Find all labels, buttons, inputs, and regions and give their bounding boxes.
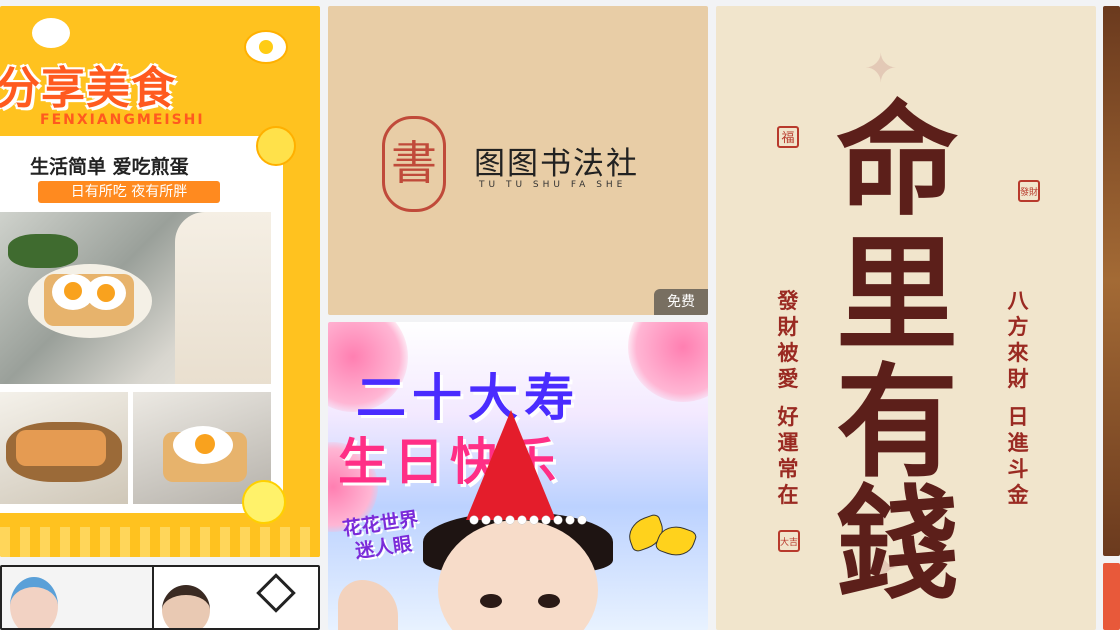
butterfly-icon: [623, 512, 699, 568]
burst-icon: [256, 573, 296, 613]
birthday-slogan: 花花世界 迷人眼: [341, 507, 423, 565]
poster-right-col-2: 日進斗金: [1007, 404, 1029, 507]
template-card-comic[interactable]: [0, 565, 320, 630]
club-name: 图图书法社: [474, 146, 639, 182]
pizza-toast-icon: [16, 430, 106, 466]
free-badge: 免费: [654, 289, 708, 315]
seal-daji-icon: 大吉: [778, 530, 800, 552]
template-card-calligraphy-club[interactable]: 書 图图书法社 TU TU SHU FA SHE 免费: [328, 6, 708, 315]
eye-icon: [480, 594, 502, 608]
egg-face-sticker-icon: [256, 126, 296, 166]
greens-bowl-icon: [8, 234, 78, 268]
eye-icon: [538, 594, 560, 608]
club-latin: TU TU SHU FA SHE: [479, 180, 627, 190]
poster-left-col-1: 發財被愛: [777, 288, 799, 391]
poster-char-4: 錢: [836, 474, 958, 616]
food-subtitle: 生活简单 爱吃煎蛋: [30, 156, 189, 178]
pearl-trim-icon: [468, 514, 588, 526]
checker-stripe: [0, 527, 320, 557]
food-photo-basket: [0, 392, 128, 504]
template-card-partial-right[interactable]: [1103, 6, 1120, 556]
template-card-food[interactable]: 分享美食 FENXIANGMEISHI 生活简单 爱吃煎蛋 日有所吃 夜有所胖: [0, 6, 320, 557]
flower-sticker-icon: [242, 480, 286, 524]
poster-left-col-2: 好運常在: [777, 404, 799, 507]
seal-fu-icon: 福: [777, 126, 799, 148]
food-photo-main: [0, 212, 271, 384]
yolk-icon: [97, 284, 115, 302]
yolk-icon: [195, 434, 215, 454]
fried-egg-sticker-icon: [244, 30, 288, 64]
seal-facai-icon: 發財: [1018, 180, 1040, 202]
pointing-hand-icon: [338, 580, 398, 630]
template-card-birthday[interactable]: 二十大寿 生日快乐 花花世界 迷人眼: [328, 322, 708, 630]
hand-icon: [175, 212, 271, 384]
party-hat-icon: [466, 410, 556, 520]
template-card-partial-right-2[interactable]: [1103, 563, 1120, 630]
person-icon: [162, 585, 210, 628]
yolk-icon: [64, 282, 82, 300]
template-card-calligraphy-poster[interactable]: ✦ ✦ 福 發財 命 里 有 錢 發財被愛 好運常在 八方來財 日進斗金 大吉: [716, 6, 1096, 630]
person-icon: [10, 577, 58, 628]
rose-icon: [628, 322, 708, 402]
poster-right-col-1: 八方來財: [1007, 288, 1029, 391]
rabbit-sticker-icon: [32, 18, 70, 48]
food-pinyin: FENXIANGMEISHI: [40, 112, 205, 128]
comic-panel-right: [154, 567, 318, 628]
food-title: 分享美食: [0, 63, 176, 114]
comic-panel-left: [2, 567, 154, 628]
seal-logo-icon: 書: [382, 116, 446, 212]
food-tag: 日有所吃 夜有所胖: [38, 181, 220, 203]
